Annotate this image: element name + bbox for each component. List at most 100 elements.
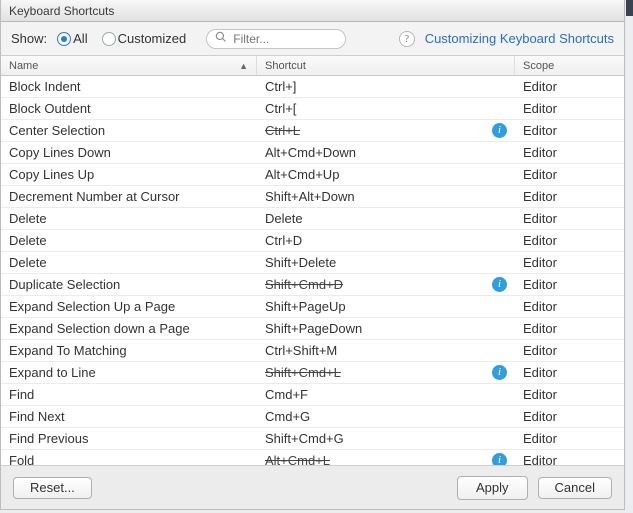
cell-shortcut: Shift+Cmd+Li	[257, 365, 515, 380]
table-row[interactable]: Expand to LineShift+Cmd+LiEditor	[1, 362, 624, 384]
radio-all-wrap[interactable]: All	[57, 31, 87, 46]
radio-customized-label: Customized	[118, 31, 187, 46]
cell-name: Delete	[1, 211, 257, 226]
column-header-name[interactable]: Name ▲	[1, 56, 257, 75]
info-icon[interactable]: i	[492, 123, 507, 138]
cell-name: Expand To Matching	[1, 343, 257, 358]
table-row[interactable]: Find PreviousShift+Cmd+GEditor	[1, 428, 624, 450]
cell-shortcut: Shift+PageDown	[257, 321, 515, 336]
cell-shortcut: Shift+Cmd+G	[257, 431, 515, 446]
cell-name: Delete	[1, 255, 257, 270]
cell-shortcut: Shift+Alt+Down	[257, 189, 515, 204]
radio-all[interactable]	[57, 32, 71, 46]
table-row[interactable]: Block IndentCtrl+]Editor	[1, 76, 624, 98]
table-row[interactable]: Copy Lines UpAlt+Cmd+UpEditor	[1, 164, 624, 186]
cancel-button[interactable]: Cancel	[538, 477, 612, 499]
cell-name: Fold	[1, 453, 257, 465]
cell-scope: Editor	[515, 255, 624, 270]
show-label: Show:	[11, 31, 47, 46]
cell-name: Decrement Number at Cursor	[1, 189, 257, 204]
table-row[interactable]: DeleteCtrl+DEditor	[1, 230, 624, 252]
cell-scope: Editor	[515, 365, 624, 380]
cell-scope: Editor	[515, 189, 624, 204]
cell-name: Expand to Line	[1, 365, 257, 380]
help-link[interactable]: Customizing Keyboard Shortcuts	[425, 31, 614, 46]
cell-scope: Editor	[515, 277, 624, 292]
sort-arrow-icon: ▲	[239, 61, 248, 71]
table-row[interactable]: Center SelectionCtrl+LiEditor	[1, 120, 624, 142]
cell-shortcut: Cmd+G	[257, 409, 515, 424]
cell-name: Find Previous	[1, 431, 257, 446]
radio-customized-wrap[interactable]: Customized	[102, 31, 187, 46]
dialog-footer: Reset... Apply Cancel	[1, 465, 624, 509]
cell-scope: Editor	[515, 211, 624, 226]
cell-name: Find	[1, 387, 257, 402]
table-row[interactable]: Expand To MatchingCtrl+Shift+MEditor	[1, 340, 624, 362]
keyboard-shortcuts-dialog: Keyboard Shortcuts Show: All Customized …	[0, 0, 625, 510]
cell-shortcut: Ctrl+Shift+M	[257, 343, 515, 358]
window-title: Keyboard Shortcuts	[9, 4, 114, 18]
cell-shortcut: Ctrl+[	[257, 101, 515, 116]
cell-name: Block Outdent	[1, 101, 257, 116]
reset-button[interactable]: Reset...	[13, 477, 92, 499]
cell-shortcut: Alt+Cmd+Up	[257, 167, 515, 182]
cell-scope: Editor	[515, 431, 624, 446]
info-icon[interactable]: i	[492, 365, 507, 380]
titlebar: Keyboard Shortcuts	[1, 0, 624, 22]
table-row[interactable]: Copy Lines DownAlt+Cmd+DownEditor	[1, 142, 624, 164]
cell-scope: Editor	[515, 387, 624, 402]
cell-name: Copy Lines Up	[1, 167, 257, 182]
info-icon[interactable]: i	[492, 453, 507, 465]
table-row[interactable]: Find NextCmd+GEditor	[1, 406, 624, 428]
cell-scope: Editor	[515, 321, 624, 336]
table-row[interactable]: DeleteDeleteEditor	[1, 208, 624, 230]
radio-all-label: All	[73, 31, 87, 46]
table-row[interactable]: Decrement Number at CursorShift+Alt+Down…	[1, 186, 624, 208]
table-body: Block IndentCtrl+]EditorBlock OutdentCtr…	[1, 76, 624, 465]
search-icon	[215, 31, 231, 46]
cell-name: Center Selection	[1, 123, 257, 138]
cell-scope: Editor	[515, 101, 624, 116]
table-row[interactable]: Expand Selection Up a PageShift+PageUpEd…	[1, 296, 624, 318]
cell-name: Copy Lines Down	[1, 145, 257, 160]
cell-scope: Editor	[515, 343, 624, 358]
cell-shortcut: Shift+Cmd+Di	[257, 277, 515, 292]
cell-shortcut: Alt+Cmd+Down	[257, 145, 515, 160]
cell-shortcut: Cmd+F	[257, 387, 515, 402]
cell-shortcut: Ctrl+]	[257, 79, 515, 94]
cell-scope: Editor	[515, 123, 624, 138]
cell-scope: Editor	[515, 409, 624, 424]
filter-input[interactable]	[231, 31, 337, 47]
column-header-shortcut[interactable]: Shortcut	[257, 56, 515, 75]
column-header-scope[interactable]: Scope	[515, 56, 624, 75]
cell-scope: Editor	[515, 299, 624, 314]
cell-shortcut: Ctrl+D	[257, 233, 515, 248]
cell-shortcut: Delete	[257, 211, 515, 226]
cell-name: Find Next	[1, 409, 257, 424]
cell-shortcut: Ctrl+Li	[257, 123, 515, 138]
table-header: Name ▲ Shortcut Scope	[1, 56, 624, 76]
cell-name: Expand Selection down a Page	[1, 321, 257, 336]
radio-customized[interactable]	[102, 32, 116, 46]
cell-shortcut: Shift+PageUp	[257, 299, 515, 314]
apply-button[interactable]: Apply	[457, 476, 528, 500]
info-icon[interactable]: i	[492, 277, 507, 292]
cell-scope: Editor	[515, 79, 624, 94]
cell-scope: Editor	[515, 233, 624, 248]
filter-search[interactable]	[206, 29, 346, 49]
table-row[interactable]: Duplicate SelectionShift+Cmd+DiEditor	[1, 274, 624, 296]
background-stripe	[626, 0, 633, 513]
table-row[interactable]: FoldAlt+Cmd+LiEditor	[1, 450, 624, 465]
cell-name: Duplicate Selection	[1, 277, 257, 292]
toolbar: Show: All Customized ? Customizing Keybo…	[1, 22, 624, 56]
cell-name: Block Indent	[1, 79, 257, 94]
table-row[interactable]: Block OutdentCtrl+[Editor	[1, 98, 624, 120]
table-row[interactable]: Expand Selection down a PageShift+PageDo…	[1, 318, 624, 340]
cell-scope: Editor	[515, 145, 624, 160]
table-row[interactable]: DeleteShift+DeleteEditor	[1, 252, 624, 274]
help-icon[interactable]: ?	[399, 31, 415, 47]
cell-name: Expand Selection Up a Page	[1, 299, 257, 314]
table-row[interactable]: FindCmd+FEditor	[1, 384, 624, 406]
cell-shortcut: Alt+Cmd+Li	[257, 453, 515, 465]
cell-name: Delete	[1, 233, 257, 248]
